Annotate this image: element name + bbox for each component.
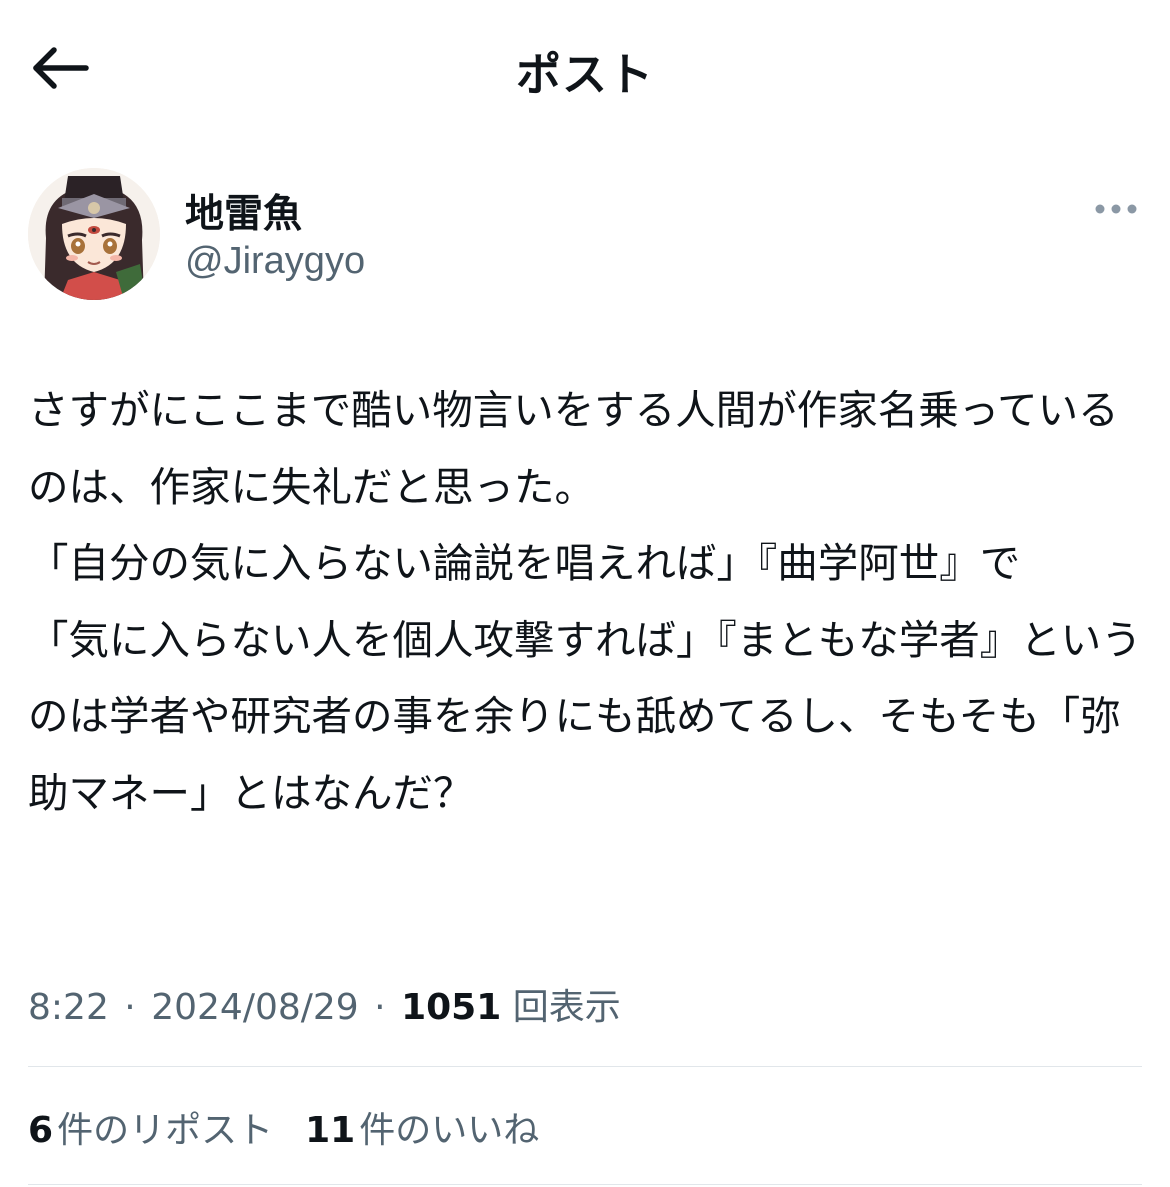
avatar-image xyxy=(28,168,160,300)
meta-separator: · xyxy=(124,987,136,1028)
display-name[interactable]: 地雷魚 xyxy=(185,183,302,239)
engagement-stats: 6 件のリポスト 11 件のいいね xyxy=(28,1101,539,1153)
likes-stat[interactable]: 11 件のいいね xyxy=(305,1101,539,1153)
user-handle[interactable]: @Jiraygyo xyxy=(185,240,365,283)
more-horizontal-icon xyxy=(1095,204,1137,214)
more-options-button[interactable] xyxy=(1088,192,1144,226)
likes-count: 11 xyxy=(305,1110,356,1151)
reposts-stat[interactable]: 6 件のリポスト xyxy=(28,1101,273,1153)
avatar[interactable] xyxy=(28,168,160,300)
post-meta: 8:22 · 2024/08/29 · 1051 回表示 xyxy=(28,978,621,1030)
divider xyxy=(28,1184,1142,1185)
views-label: 回表示 xyxy=(512,987,621,1028)
post-text: さすがにここまで酷い物言いをする人間が作家名乗っているのは、作家に失礼だと思った… xyxy=(28,386,1142,817)
post-time: 8:22 xyxy=(28,987,109,1028)
views-count: 1051 xyxy=(401,987,502,1028)
divider xyxy=(28,1066,1142,1067)
reposts-label: 件のリポスト xyxy=(57,1110,274,1151)
top-bar: ポスト xyxy=(0,0,1170,135)
reposts-count: 6 xyxy=(28,1110,54,1151)
post-date: 2024/08/29 xyxy=(151,987,359,1028)
page-title: ポスト xyxy=(515,48,654,101)
meta-separator: · xyxy=(374,987,386,1028)
likes-label: 件のいいね xyxy=(359,1110,540,1151)
